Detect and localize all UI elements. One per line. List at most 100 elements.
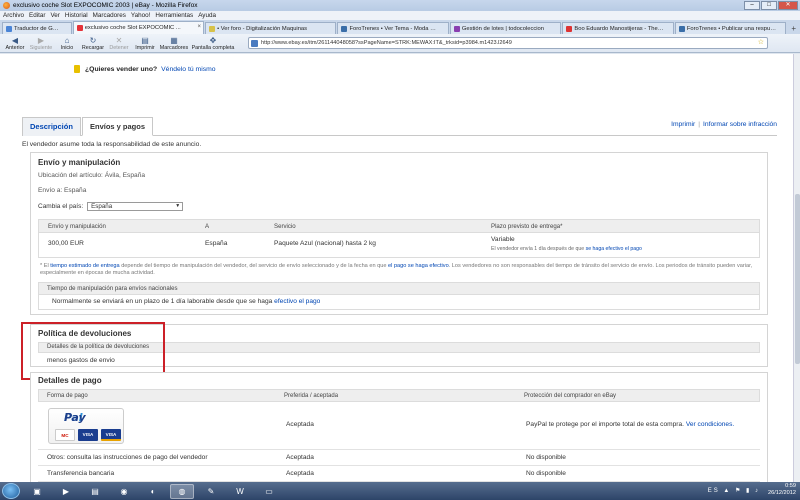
site-identity-icon [251, 40, 258, 47]
browser-tab-label: Traductor de Google [14, 25, 67, 32]
col-header-protection: Protección del comprador en eBay [524, 393, 617, 399]
delivery-time: Variable [491, 236, 515, 243]
sell-prompt: ¿Quieres vender uno? Véndelo tú mismo [74, 65, 216, 73]
menu-editar[interactable]: Editar [29, 12, 45, 19]
browser-tab-ebay[interactable]: exclusivo coche Slot EXPOCOMIC ... × [72, 21, 205, 34]
tab-close-icon[interactable]: × [198, 24, 202, 30]
taskbar-explorer-icon[interactable]: ▣ [25, 484, 49, 499]
reload-icon: ↻ [89, 35, 97, 45]
table-row: Pay Pal MC VISA VISA Aceptada PayPal te p… [38, 402, 760, 450]
stop-button[interactable]: ✕ Detener [106, 36, 132, 51]
tab-shipping-payments[interactable]: Envíos y pagos [82, 117, 154, 136]
col-header-accepted: Preferida / aceptada [284, 393, 339, 399]
forward-arrow-icon: ▶ [37, 35, 45, 45]
stop-icon: ✕ [115, 35, 123, 45]
taskbar-window-icon[interactable]: ▭ [257, 484, 281, 499]
browser-tab-todocoleccion[interactable]: Gestión de lotes | todocoleccion [449, 22, 562, 34]
payment-table: Forma de pago Preferida / aceptada Prote… [38, 389, 760, 482]
shipping-table-header: Envío y manipulación A Servicio Plazo pr… [39, 220, 759, 233]
paypal-wordmark-pay: Pay [64, 411, 86, 424]
page-viewport: ¿Quieres vender uno? Véndelo tú mismo De… [0, 54, 793, 482]
paypal-status: Aceptada [286, 421, 314, 428]
home-button[interactable]: ⌂ Inicio [54, 36, 80, 51]
shipping-service: Paquete Azul (nacional) hasta 2 kg [274, 240, 376, 247]
google-translate-favicon-icon [6, 25, 12, 32]
back-label: Anterior [5, 44, 25, 51]
handling-payment-link[interactable]: efectivo el pago [274, 298, 320, 305]
menu-ver[interactable]: Ver [50, 12, 59, 19]
menu-yahoo[interactable]: Yahoo! [131, 12, 151, 19]
url-text: http://www.ebay.es/itm/261144048058?ssPa… [261, 40, 512, 46]
estimated-delivery-link[interactable]: tiempo estimado de entrega [50, 263, 119, 269]
mastercard-icon: MC [55, 429, 75, 441]
menu-ayuda[interactable]: Ayuda [198, 12, 216, 19]
back-button[interactable]: ◀ Anterior [2, 36, 28, 51]
payment-protection: No disponible [526, 454, 566, 461]
browser-tab-google-translate[interactable]: Traductor de Google [2, 22, 72, 34]
scrollbar-thumb[interactable] [795, 194, 800, 364]
new-tab-button[interactable]: + [787, 24, 800, 34]
bookmark-star-icon[interactable]: ☆ [758, 38, 764, 48]
bookmarks-icon: ▦ [170, 35, 178, 45]
payment-effective-link[interactable]: el pago se haga efectivo [388, 263, 449, 269]
listing-tabs: Descripción Envíos y pagos Imprimir | Info… [22, 116, 777, 136]
reload-label: Recargar [81, 44, 105, 51]
taskbar-folder-icon[interactable]: ▤ [83, 484, 107, 499]
taskbar-app-icon[interactable]: ◉ [112, 484, 136, 499]
start-button[interactable] [2, 483, 20, 499]
conditions-link[interactable]: Ver condiciones. [686, 421, 734, 428]
visa-icon: VISA [78, 429, 98, 441]
browser-tab-forotrenes-moda[interactable]: ForoTrenes • Ver Tema - Moda mo... [337, 22, 449, 34]
print-button[interactable]: ▤ Imprimir [132, 36, 158, 51]
menu-herramientas[interactable]: Herramientas [155, 12, 193, 19]
taskbar-paint-icon[interactable]: ✎ [199, 484, 223, 499]
home-label: Inicio [60, 44, 74, 51]
country-select[interactable]: España ▼ [87, 202, 184, 211]
maximize-button[interactable]: □ [761, 1, 777, 10]
menu-marcadores[interactable]: Marcadores [93, 12, 126, 19]
print-link[interactable]: Imprimir [671, 121, 695, 128]
forotrenes-favicon-icon [341, 25, 348, 32]
browser-tab-foro-digitalizacion[interactable]: • Ver foro - Digitalización Maquinas [205, 22, 337, 34]
clock[interactable]: 0:59 26/12/2012 [768, 483, 796, 497]
ships-to: Envío a: España [38, 187, 87, 194]
system-tray[interactable]: ES ▲ ⚑ ▮ ♪ [708, 487, 760, 494]
sell-link[interactable]: Véndelo tú mismo [161, 66, 215, 73]
fullscreen-button[interactable]: ✥ Pantalla completa [190, 36, 236, 51]
browser-tab-boo[interactable]: Boo Eduardo Manostijeras - The Gr... [562, 22, 674, 34]
payment-method: Otros: consulta las instrucciones de pag… [47, 454, 208, 461]
tag-icon [74, 65, 80, 73]
report-link[interactable]: Informar sobre infracción [703, 121, 777, 128]
forum-favicon-icon [209, 25, 216, 32]
taskbar-media-player-icon[interactable]: ◐ [141, 484, 165, 499]
shipping-destination: España [205, 240, 228, 247]
taskbar-firefox-icon[interactable]: ◍ [170, 483, 194, 499]
shipping-cost: 300,00 EUR [48, 240, 84, 247]
menu-historial[interactable]: Historial [65, 12, 88, 19]
bookmarks-button[interactable]: ▦ Marcadores [158, 36, 190, 51]
taskbar-word-icon[interactable]: W [228, 484, 252, 499]
handling-time-box: Tiempo de manipulación para envíos nacio… [38, 282, 760, 310]
reload-button[interactable]: ↻ Recargar [80, 36, 106, 51]
menu-archivo[interactable]: Archivo [3, 12, 24, 19]
delivery-note-link[interactable]: se haga efectivo el pago [586, 246, 642, 252]
firefox-logo-icon [3, 2, 10, 9]
country-selector: Cambia el país: España ▼ [38, 202, 184, 211]
tab-description[interactable]: Descripción [22, 117, 81, 136]
handling-text: Normalmente se enviará en un plazo de 1 … [52, 298, 273, 305]
country-label: Cambia el país: [38, 203, 84, 210]
paypal-protection-text: PayPal te protege por el importe total d… [526, 421, 684, 428]
forward-button[interactable]: ▶ Siguiente [28, 36, 54, 51]
browser-tab-label: ForoTrenes • Ver Tema - Moda mo... [349, 25, 443, 32]
sell-question: ¿Quieres vender uno? [85, 65, 158, 73]
url-bar[interactable]: http://www.ebay.es/itm/261144048058?ssPa… [248, 37, 768, 49]
clock-date: 26/12/2012 [768, 490, 796, 496]
taskbar-media-icon[interactable]: ▶ [54, 484, 78, 499]
minimize-button[interactable]: – [744, 1, 760, 10]
visa-electron-icon: VISA [101, 429, 121, 441]
close-button[interactable]: ✕ [778, 1, 798, 10]
vertical-scrollbar[interactable] [793, 54, 800, 482]
window-controls: – □ ✕ [744, 1, 798, 10]
browser-tab-forotrenes-respuesta[interactable]: ForoTrenes • Publicar una respuesta [674, 22, 787, 34]
tray-language[interactable]: ES [708, 488, 720, 494]
